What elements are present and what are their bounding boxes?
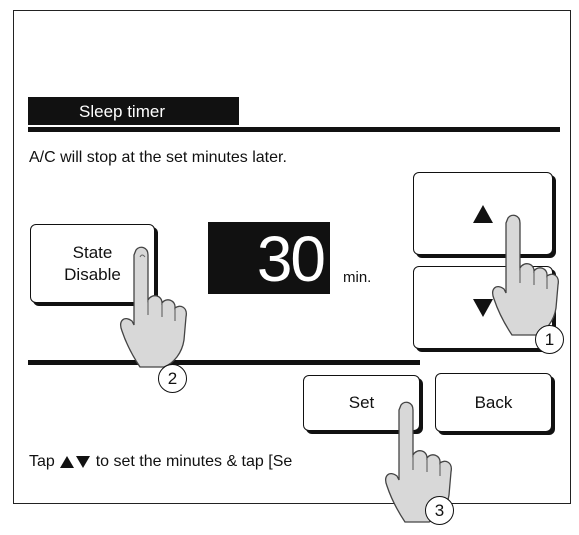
timer-value-display: 30 bbox=[208, 222, 330, 295]
footer-hint: Tap to set the minutes & tap [Se bbox=[29, 453, 292, 471]
state-button-label-line1: State bbox=[72, 242, 113, 262]
pointing-hand-icon bbox=[120, 246, 187, 368]
timer-unit-label: min. bbox=[343, 269, 372, 286]
callout-3: 3 bbox=[425, 496, 454, 525]
state-button-label-line2: Disable bbox=[64, 264, 121, 284]
title-divider bbox=[28, 127, 560, 132]
footer-prefix: Tap bbox=[29, 453, 55, 470]
callout-1: 1 bbox=[535, 325, 564, 354]
down-triangle-icon bbox=[76, 455, 91, 468]
up-triangle-icon bbox=[60, 455, 75, 468]
action-divider bbox=[28, 360, 420, 365]
screen-title: Sleep timer bbox=[28, 97, 239, 125]
screen-description: A/C will stop at the set minutes later. bbox=[29, 149, 287, 166]
back-button-label: Back bbox=[474, 392, 513, 412]
footer-text: to set the minutes & tap [Se bbox=[95, 453, 293, 470]
callout-2: 2 bbox=[158, 364, 187, 393]
set-button-label: Set bbox=[348, 393, 375, 412]
